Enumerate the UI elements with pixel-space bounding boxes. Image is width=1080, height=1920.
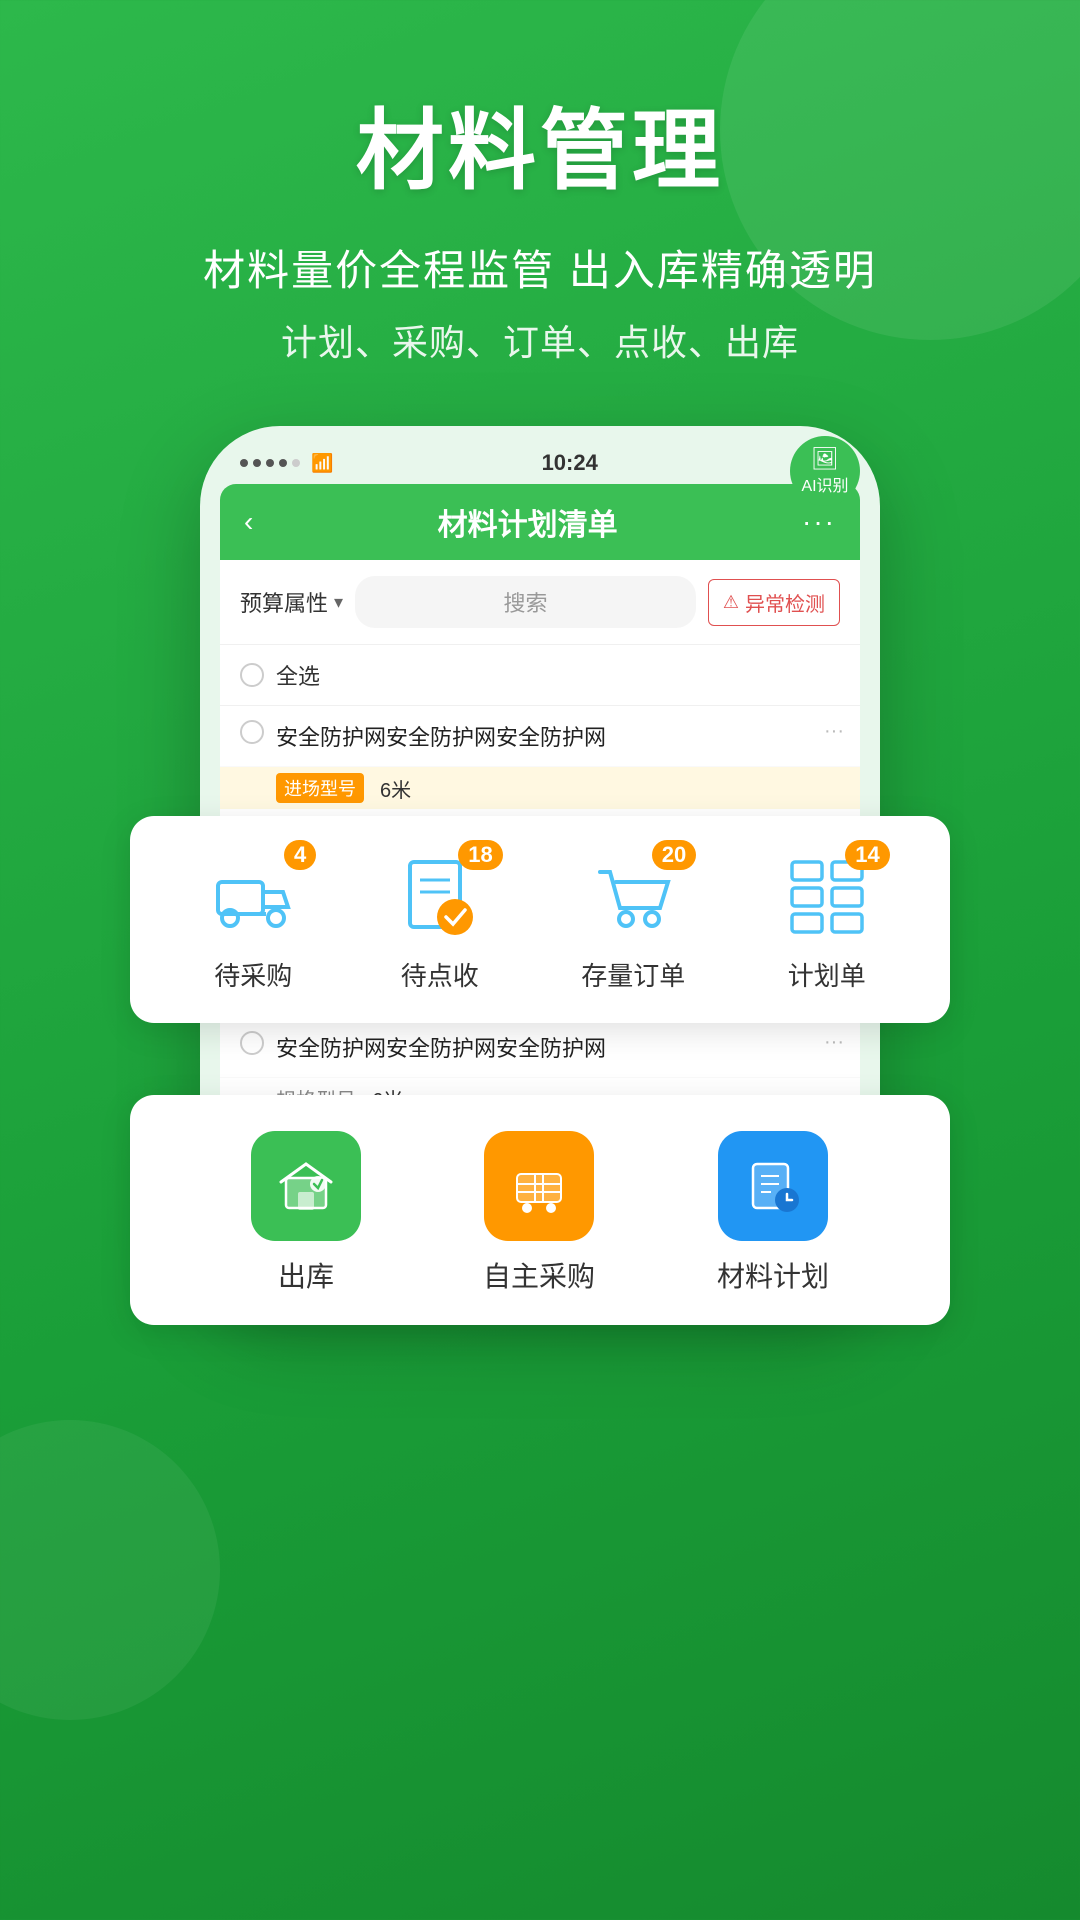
outbound-label: 出库 (278, 1255, 334, 1295)
bottom-icon-self-purchase[interactable]: 自主采购 (483, 1131, 595, 1295)
warning-icon: ⚠ (723, 592, 739, 613)
action-item-stock-order[interactable]: 20 存量订单 (581, 852, 685, 993)
bottom-icons-card: 出库 自主采购 (130, 1095, 950, 1325)
header-title: 材料计划清单 (438, 500, 618, 544)
main-title: 材料管理 (0, 80, 1080, 207)
item-radio-1[interactable] (240, 720, 264, 744)
subtitle2: 计划、采购、订单、点收、出库 (0, 314, 1080, 366)
badge-pending-purchase: 4 (284, 840, 316, 870)
quick-actions-card: 4 待采购 18 待点收 (130, 816, 950, 1023)
item-more-2[interactable]: ··· (824, 1031, 844, 1054)
bottom-icon-material-plan[interactable]: 材料计划 (717, 1131, 829, 1295)
select-all-label: 全选 (276, 659, 320, 691)
item-spec-val-1: 6米 (380, 774, 411, 803)
material-plan-icon-box (718, 1131, 828, 1241)
self-purchase-label: 自主采购 (483, 1255, 595, 1295)
item-radio-2[interactable] (240, 1031, 264, 1055)
action-label-plan-list: 计划单 (788, 956, 866, 993)
app-header: ‹ 材料计划清单 ··· (220, 484, 860, 560)
chevron-down-icon: ▾ (334, 592, 343, 613)
item-name-1: 安全防护网安全防护网安全防护网 (276, 720, 840, 752)
self-purchase-icon-box (484, 1131, 594, 1241)
action-label-pending-receive: 待点收 (401, 956, 479, 993)
subtitle1: 材料量价全程监管 出入库精确透明 (0, 237, 1080, 298)
anomaly-button[interactable]: ⚠ 异常检测 (708, 579, 840, 626)
action-label-pending-purchase: 待采购 (214, 956, 292, 993)
outbound-icon-box (251, 1131, 361, 1241)
select-all-radio[interactable] (240, 663, 264, 687)
bottom-icon-outbound[interactable]: 出库 (251, 1131, 361, 1295)
action-item-pending-purchase[interactable]: 4 待采购 (208, 852, 298, 993)
more-button[interactable]: ··· (802, 506, 836, 538)
action-label-stock-order: 存量订单 (581, 956, 685, 993)
badge-plan-list: 14 (845, 840, 889, 870)
badge-pending-receive: 18 (458, 840, 502, 870)
search-input[interactable]: 搜索 (355, 576, 696, 628)
action-item-plan-list[interactable]: 14 计划单 (782, 852, 872, 993)
filter-button[interactable]: 预算属性 ▾ (240, 586, 343, 618)
action-item-pending-receive[interactable]: 18 待点收 (395, 852, 485, 993)
item-name-2: 安全防护网安全防护网安全防护网 (276, 1031, 840, 1063)
back-button[interactable]: ‹ (244, 506, 253, 538)
badge-stock-order: 20 (652, 840, 696, 870)
ai-identify-button[interactable]: 🖼 AI识别 (790, 436, 860, 506)
material-plan-label: 材料计划 (717, 1255, 829, 1295)
item-more-1[interactable]: ··· (824, 720, 844, 743)
item-tag-1: 进场型号 (276, 773, 364, 803)
status-time: 10:24 (542, 450, 598, 476)
